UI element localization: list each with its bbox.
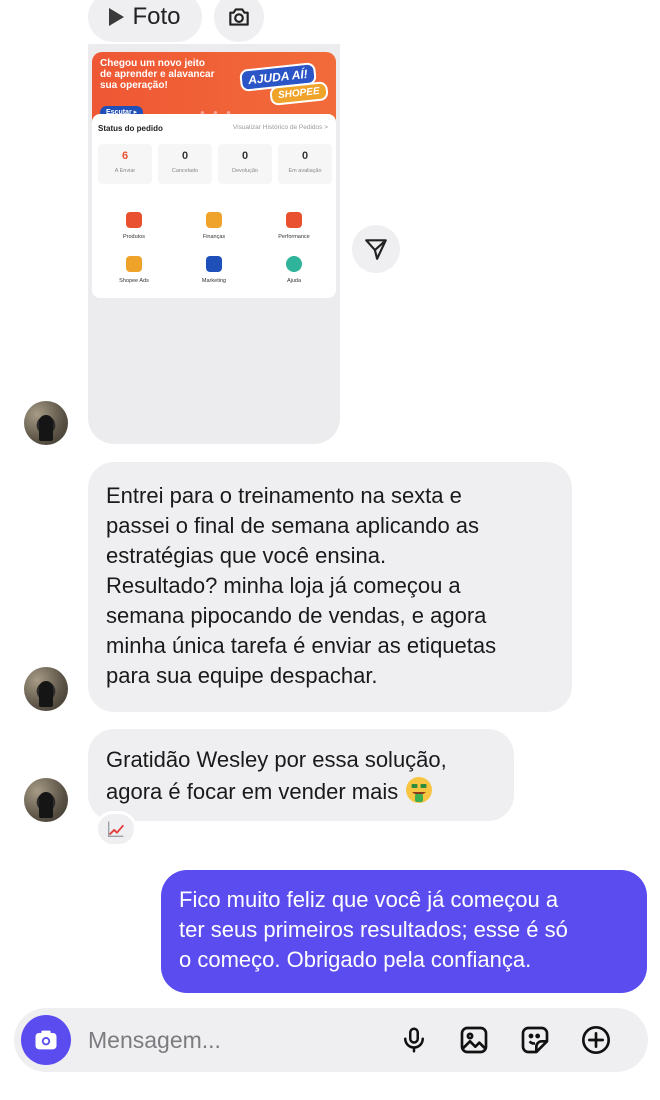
menu-label: Shopee Ads xyxy=(119,278,149,284)
outgoing-message[interactable]: Fico muito feliz que você já começou a t… xyxy=(161,870,647,993)
photo-pill-label: Foto xyxy=(132,3,181,30)
bar-chart-icon xyxy=(286,212,302,228)
message-line: Resultado? minha loja já começou a xyxy=(106,573,461,598)
message-composer xyxy=(14,1008,648,1072)
send-arrow-icon xyxy=(365,239,387,260)
incoming-message[interactable]: Entrei para o treinamento na sexta e pas… xyxy=(88,462,572,712)
menu-label: Ajuda xyxy=(286,278,302,284)
avatar[interactable] xyxy=(24,667,68,711)
status-history-link: Visualizar Histórico de Pedidos > xyxy=(232,124,328,131)
microphone-icon xyxy=(404,1027,424,1053)
box-icon xyxy=(126,212,142,228)
menu-item-performance: Performance xyxy=(254,212,334,240)
sticker-icon xyxy=(521,1026,549,1054)
stat-value: 0 xyxy=(241,150,249,162)
camera-icon xyxy=(35,1030,57,1050)
message-line: estratégias que você ensina. xyxy=(106,543,387,568)
message-line: agora é focar em vender mais xyxy=(106,779,399,804)
message-line: Gratidão Wesley por essa solução, xyxy=(106,747,447,772)
menu-item-marketing: Marketing xyxy=(174,256,254,284)
message-line: Fico muito feliz que você já começou a xyxy=(179,887,559,912)
menu-label: Produtos xyxy=(122,234,145,240)
stat-label: Cancelado xyxy=(171,168,199,174)
menu-item-produtos: Produtos xyxy=(94,212,174,240)
microphone-button[interactable] xyxy=(396,1022,432,1058)
avatar[interactable] xyxy=(24,401,68,445)
stat-value: 6 xyxy=(121,150,129,162)
menu-label: Finanças xyxy=(202,234,226,240)
banner-line: sua operação! xyxy=(100,80,168,91)
stat-label: A Enviar xyxy=(114,168,136,174)
message-reaction[interactable] xyxy=(95,811,137,847)
help-icon xyxy=(286,256,302,272)
share-button[interactable] xyxy=(352,225,400,273)
status-title: Status do pedido xyxy=(98,124,163,133)
banner-line: Chegou um novo jeito xyxy=(100,58,205,69)
message-line: passei o final de semana aplicando as xyxy=(106,513,480,538)
avatar[interactable] xyxy=(24,778,68,822)
money-mouth-face-icon xyxy=(406,777,433,803)
chart-increasing-icon xyxy=(107,821,125,838)
stat-value: 0 xyxy=(301,150,309,162)
seller-menu-card: Produtos Finanças Performance Shopee Ads… xyxy=(92,200,336,298)
incoming-message[interactable]: Gratidão Wesley por essa solução, agora … xyxy=(88,729,514,821)
photo-pill[interactable]: Foto xyxy=(88,0,202,42)
plus-icon xyxy=(582,1026,610,1054)
menu-item-shopee-ads: Shopee Ads xyxy=(94,256,174,284)
status-stat: 0 Cancelado xyxy=(158,144,212,184)
camera-icon xyxy=(229,8,249,26)
banner-text: Chegou um novo jeito de aprender e alava… xyxy=(100,58,240,91)
stat-value: 0 xyxy=(181,150,189,162)
status-stat: 0 Em avaliação xyxy=(278,144,332,184)
store-icon xyxy=(206,256,222,272)
camera-button[interactable] xyxy=(21,1015,71,1065)
stat-label: Devolução xyxy=(232,168,258,174)
banner-line: de aprender e alavancar xyxy=(100,69,215,80)
ads-icon xyxy=(126,256,142,272)
play-icon xyxy=(109,8,125,26)
message-line: ter seus primeiros resultados; esse é só xyxy=(179,917,568,942)
status-stat: 0 Devolução xyxy=(218,144,272,184)
message-line: semana pipocando de vendas, e agora xyxy=(106,603,487,628)
message-line-with-emoji: agora é focar em vender mais xyxy=(106,775,496,807)
menu-item-ajuda: Ajuda xyxy=(254,256,334,284)
message-line: para sua equipe despachar. xyxy=(106,663,378,688)
add-button[interactable] xyxy=(578,1022,614,1058)
menu-label: Marketing xyxy=(201,278,227,284)
gallery-icon xyxy=(460,1026,488,1054)
stat-label: Em avaliação xyxy=(288,168,322,174)
message-line: Entrei para o treinamento na sexta e xyxy=(106,483,462,508)
message-input[interactable] xyxy=(88,1022,388,1058)
gallery-button[interactable] xyxy=(456,1022,492,1058)
sticker-button[interactable] xyxy=(517,1022,553,1058)
wallet-icon xyxy=(206,212,222,228)
menu-item-financas: Finanças xyxy=(174,212,254,240)
message-line: minha única tarefa é enviar as etiquetas xyxy=(106,633,497,658)
message-line: o começo. Obrigado pela confiança. xyxy=(179,947,532,972)
menu-label: Performance xyxy=(278,234,310,240)
shared-screenshot[interactable]: Chegou um novo jeito de aprender e alava… xyxy=(88,44,340,444)
status-stat: 6 A Enviar xyxy=(98,144,152,184)
camera-pill[interactable] xyxy=(214,0,264,42)
